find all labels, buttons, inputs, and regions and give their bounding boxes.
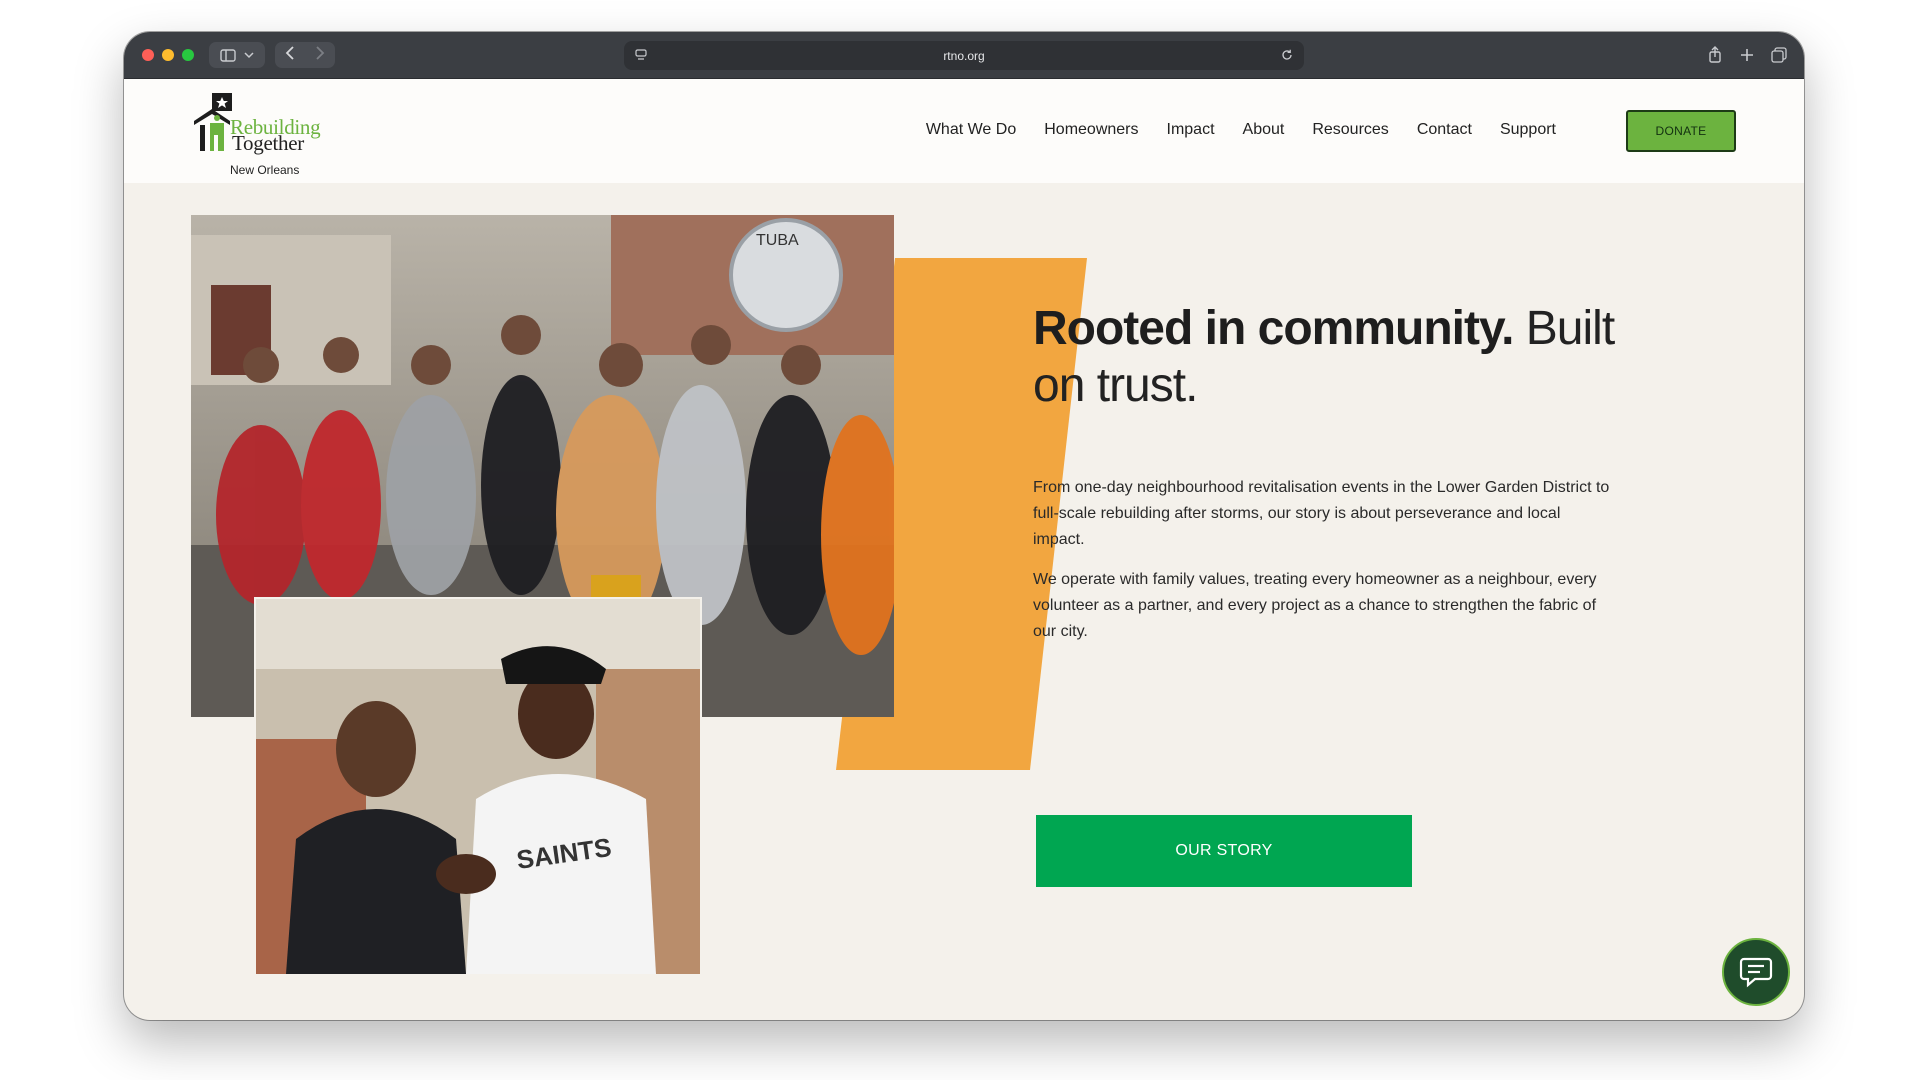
our-story-button[interactable]: OUR STORY [1036, 815, 1412, 887]
chevron-left-icon [285, 45, 294, 60]
nav-item-impact[interactable]: Impact [1167, 121, 1215, 139]
nav-item-resources[interactable]: Resources [1312, 121, 1388, 139]
main-navigation: What We Do Homeowners Impact About Resou… [926, 121, 1556, 139]
handshake-photo-illustration: SAINTS [256, 599, 700, 974]
history-nav [275, 42, 335, 68]
browser-tools [1706, 44, 1788, 66]
hero-headline-bold: Rooted in community. [1033, 302, 1514, 355]
hero-copy: From one-day neighbourhood revitalisatio… [1033, 475, 1613, 659]
donate-button[interactable]: DONATE [1626, 110, 1736, 152]
sidebar-icon [220, 48, 236, 62]
tab-overview-button[interactable] [1770, 44, 1788, 66]
url-text: rtno.org [943, 48, 985, 63]
chevron-down-icon [244, 52, 254, 59]
nav-item-support[interactable]: Support [1500, 121, 1556, 139]
chat-widget-button[interactable] [1722, 938, 1790, 1006]
nav-item-homeowners[interactable]: Homeowners [1044, 121, 1138, 139]
page-settings-icon [635, 49, 647, 60]
forward-button[interactable] [305, 45, 335, 65]
logo-text-together: Together [232, 131, 304, 155]
share-button[interactable] [1706, 44, 1724, 66]
share-icon [1709, 46, 1721, 63]
handshake-photo: SAINTS [254, 597, 702, 976]
back-button[interactable] [275, 45, 305, 65]
hero-paragraph-1: From one-day neighbourhood revitalisatio… [1033, 479, 1610, 548]
site-header: Rebuilding Together New Orleans What We … [124, 79, 1804, 183]
tabs-icon [1771, 47, 1787, 63]
svg-text:TUBA: TUBA [756, 232, 799, 249]
chevron-right-icon [316, 45, 325, 60]
nav-item-about[interactable]: About [1243, 121, 1285, 139]
reload-icon [1282, 49, 1292, 60]
close-window-button[interactable] [142, 49, 154, 61]
plus-icon [1741, 49, 1753, 61]
browser-window: rtno.org Rebuilding Together New Orleans… [124, 32, 1804, 1020]
nav-item-what-we-do[interactable]: What We Do [926, 121, 1016, 139]
site-logo[interactable]: Rebuilding Together New Orleans [190, 89, 340, 177]
nav-item-contact[interactable]: Contact [1417, 121, 1472, 139]
hero-paragraph-2: We operate with family values, treating … [1033, 571, 1597, 640]
logo-text-new-orleans: New Orleans [230, 163, 300, 177]
reload-button[interactable] [1280, 48, 1294, 65]
minimize-window-button[interactable] [162, 49, 174, 61]
sidebar-toggle-button[interactable] [209, 42, 265, 68]
browser-toolbar: rtno.org [124, 32, 1804, 79]
hero-headline: Rooted in community. Built on trust. [1033, 300, 1653, 414]
chat-icon [1739, 957, 1773, 988]
zoom-window-button[interactable] [182, 49, 194, 61]
address-bar[interactable]: rtno.org [624, 41, 1304, 70]
new-tab-button[interactable] [1738, 44, 1756, 66]
